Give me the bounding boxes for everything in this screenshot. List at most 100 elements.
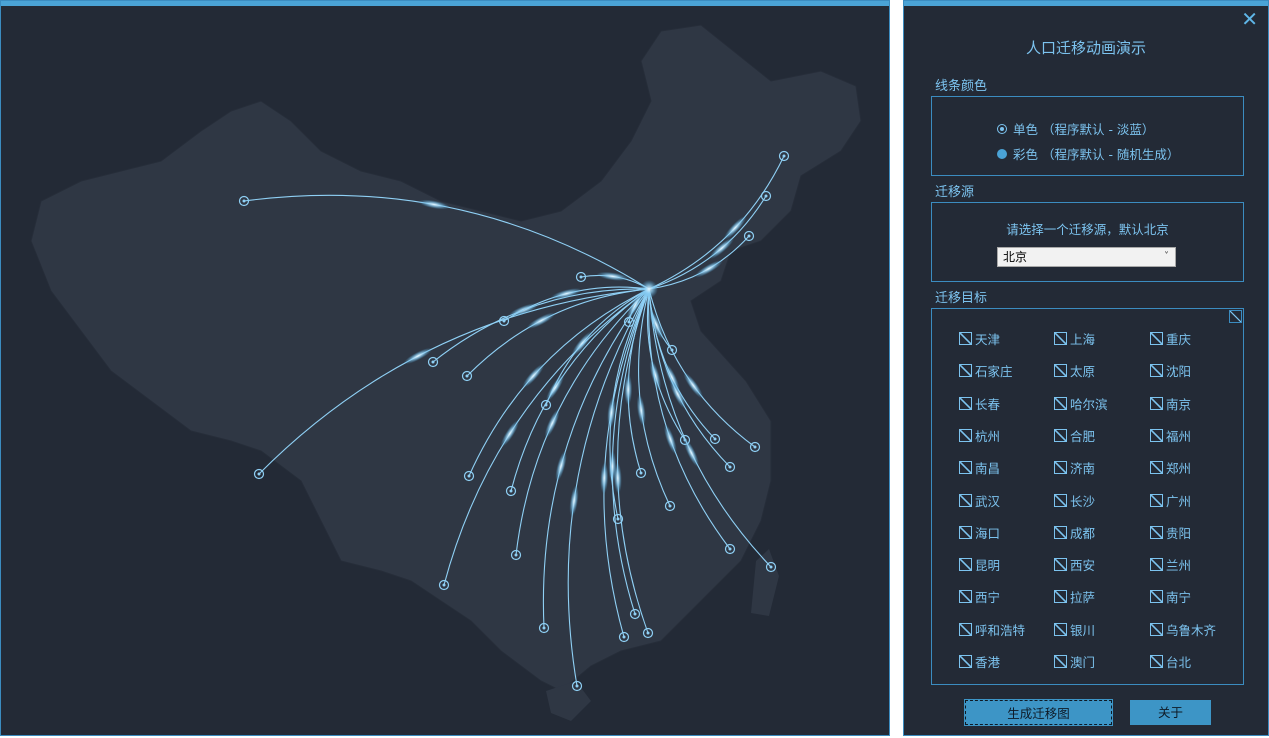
target-checkbox-item[interactable]: 长春 — [959, 394, 1000, 413]
target-checkbox-item[interactable]: 沈阳 — [1150, 361, 1191, 380]
target-label: 济南 — [1070, 461, 1096, 477]
target-checkbox-item[interactable]: 西安 — [1054, 555, 1095, 574]
radio-mono-label: 单色 （程序默认 - 淡蓝） — [1013, 122, 1155, 137]
close-icon[interactable]: ✕ — [1241, 9, 1258, 29]
checkbox-icon[interactable] — [1150, 525, 1163, 539]
target-checkbox-item[interactable]: 合肥 — [1054, 426, 1095, 445]
target-label: 南宁 — [1166, 590, 1192, 606]
radio-color[interactable]: 彩色 （程序默认 - 随机生成） — [997, 144, 1179, 163]
checkbox-icon[interactable] — [1150, 428, 1163, 442]
target-checkbox-item[interactable]: 南昌 — [959, 458, 1000, 477]
target-checkbox-item[interactable]: 拉萨 — [1054, 587, 1095, 606]
checkbox-icon[interactable] — [959, 364, 972, 378]
target-checkbox-item[interactable]: 西宁 — [959, 587, 1000, 606]
checkbox-icon[interactable] — [1054, 590, 1067, 604]
panel-title: 人口迁移动画演示 — [1025, 39, 1146, 57]
target-checkbox-item[interactable]: 南京 — [1150, 394, 1191, 413]
line-color-label: 线条颜色 — [935, 79, 988, 94]
target-checkbox-item[interactable]: 广州 — [1150, 491, 1191, 510]
checkbox-icon[interactable] — [1054, 655, 1067, 668]
city-dot — [509, 489, 513, 493]
city-dot — [668, 504, 672, 508]
target-label: 乌鲁木齐 — [1166, 622, 1217, 638]
target-label: 成都 — [1070, 525, 1096, 541]
target-checkbox-item[interactable]: 福州 — [1150, 426, 1191, 445]
checkbox-icon[interactable] — [1150, 590, 1163, 604]
target-checkbox-item[interactable]: 重庆 — [1150, 329, 1191, 348]
checkbox-icon[interactable] — [959, 525, 972, 539]
migration-map — [30, 24, 862, 721]
checkbox-icon[interactable] — [1054, 558, 1067, 572]
checkbox-icon[interactable] — [959, 655, 972, 668]
checkbox-icon[interactable] — [959, 461, 972, 475]
target-label: 香港 — [975, 655, 1001, 670]
target-checkbox-item[interactable]: 成都 — [1054, 523, 1095, 542]
target-checkbox-item[interactable]: 贵阳 — [1150, 523, 1191, 542]
chevron-down-icon[interactable]: ˅ — [1164, 248, 1169, 266]
city-dot — [627, 320, 631, 324]
target-checkbox-item[interactable]: 郑州 — [1150, 458, 1191, 477]
checkbox-icon[interactable] — [1150, 461, 1163, 475]
checkbox-icon[interactable] — [1054, 461, 1067, 475]
checkbox-icon[interactable] — [1054, 493, 1067, 507]
target-checkbox-item[interactable]: 上海 — [1054, 329, 1095, 348]
radio-mono[interactable]: 单色 （程序默认 - 淡蓝） — [997, 119, 1154, 138]
target-checkbox-item[interactable]: 石家庄 — [959, 361, 1013, 380]
generate-button[interactable]: 生成迁移图 — [964, 699, 1113, 726]
checkbox-icon[interactable] — [1150, 364, 1163, 378]
checkbox-icon[interactable] — [959, 428, 972, 442]
checkbox-icon[interactable] — [1054, 525, 1067, 539]
target-checkbox-item[interactable]: 长沙 — [1054, 491, 1095, 510]
city-dot — [633, 612, 637, 616]
target-checkbox-item[interactable]: 哈尔滨 — [1054, 394, 1108, 413]
checkbox-icon[interactable] — [959, 558, 972, 572]
city-dot — [728, 465, 732, 469]
source-select-value: 北京 — [1003, 250, 1028, 264]
checkbox-icon[interactable] — [1150, 655, 1163, 668]
checkbox-icon[interactable] — [1150, 622, 1163, 636]
target-label: 银川 — [1070, 622, 1096, 638]
target-checkbox-item[interactable]: 银川 — [1054, 620, 1095, 639]
source-group: 请选择一个迁移源，默认北京 北京 ˅ — [931, 202, 1244, 282]
checkbox-icon[interactable] — [1150, 558, 1163, 572]
target-checkbox-item[interactable]: 天津 — [959, 329, 1000, 348]
target-checkbox-item[interactable]: 济南 — [1054, 458, 1095, 477]
checkbox-icon[interactable] — [959, 590, 972, 604]
target-checkbox-item[interactable]: 乌鲁木齐 — [1150, 620, 1216, 639]
city-dot — [646, 631, 650, 635]
radio-mono-icon[interactable] — [997, 123, 1007, 134]
checkbox-icon[interactable] — [959, 396, 972, 410]
target-checkbox-item[interactable]: 呼和浩特 — [959, 620, 1025, 639]
target-checkbox-item[interactable]: 澳门 — [1054, 652, 1095, 671]
checkbox-icon[interactable] — [959, 493, 972, 507]
checkbox-icon[interactable] — [1054, 396, 1067, 410]
checkbox-icon[interactable] — [1054, 332, 1067, 345]
radio-color-icon[interactable] — [997, 148, 1007, 159]
target-checkbox-item[interactable]: 台北 — [1150, 652, 1191, 671]
source-select[interactable]: 北京 ˅ — [997, 247, 1176, 267]
target-label: 长春 — [975, 396, 1001, 412]
checkbox-icon[interactable] — [1150, 332, 1163, 345]
target-label: 天津 — [975, 332, 1001, 347]
target-checkbox-item[interactable]: 昆明 — [959, 555, 1000, 574]
checkbox-icon[interactable] — [959, 332, 972, 345]
target-checkbox-item[interactable]: 武汉 — [959, 491, 1000, 510]
checkbox-icon[interactable] — [1150, 493, 1163, 507]
checkbox-icon[interactable] — [1054, 364, 1067, 378]
target-checkbox-item[interactable]: 海口 — [959, 523, 1000, 542]
target-checkbox-item[interactable]: 南宁 — [1150, 587, 1191, 606]
about-button[interactable]: 关于 — [1130, 700, 1211, 725]
city-dot — [616, 517, 620, 521]
checkbox-icon[interactable] — [1054, 622, 1067, 636]
checkbox-icon[interactable] — [1150, 396, 1163, 410]
target-label: 合肥 — [1070, 428, 1096, 444]
target-checkbox-item[interactable]: 太原 — [1054, 361, 1095, 380]
target-label: 澳门 — [1070, 655, 1096, 670]
target-checkbox-item[interactable]: 香港 — [959, 652, 1000, 671]
checkbox-icon[interactable] — [1054, 428, 1067, 442]
select-all-checkbox[interactable] — [1229, 310, 1242, 323]
target-checkbox-item[interactable]: 杭州 — [959, 426, 1000, 445]
target-checkbox-item[interactable]: 兰州 — [1150, 555, 1191, 574]
city-dot — [747, 234, 751, 238]
checkbox-icon[interactable] — [959, 622, 972, 636]
